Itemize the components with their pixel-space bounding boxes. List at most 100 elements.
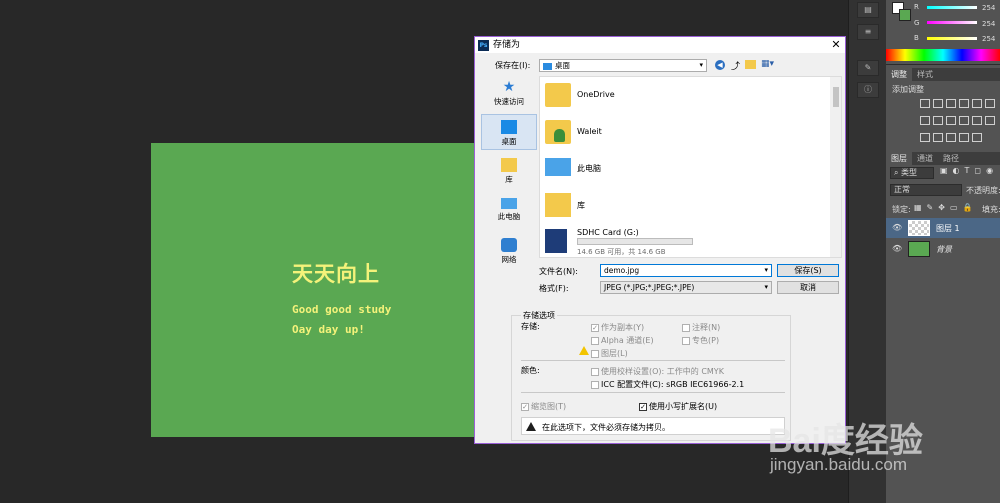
brush-preset-icon[interactable]: ✎: [857, 60, 879, 76]
save-as-dialog: 存储为 Ps ✕ 保存在(I): 桌面 ▾ ◀ ⤴ ▦▾ ★ 快速访问 桌面 库 …: [474, 36, 846, 444]
save-label: 存储:: [521, 322, 540, 331]
file-list[interactable]: OneDrive Waleit 此电脑 库 SDHC Card (G:) 14.…: [539, 76, 842, 258]
vibrance-icon[interactable]: [972, 99, 982, 108]
b-slider[interactable]: [927, 37, 977, 40]
lock-icons[interactable]: ▦✎✥▭🔒: [914, 203, 977, 212]
layer-name[interactable]: 背景: [936, 244, 952, 255]
nav-item-network[interactable]: 网络: [481, 238, 537, 265]
layer-name[interactable]: 图层 1: [936, 223, 960, 234]
adjust-icons-row-1: [920, 99, 998, 111]
warning-bar: 在此选项下，文件必须存储为拷贝。: [521, 417, 785, 435]
levels-icon[interactable]: [933, 99, 943, 108]
lowercase-ext-checkbox[interactable]: ✓ 使用小写扩展名(U): [639, 401, 717, 412]
eye-icon[interactable]: 👁: [892, 244, 902, 253]
tab-layers[interactable]: 图层: [886, 152, 912, 165]
fill-label: 填充:: [982, 205, 1000, 214]
adjust-title: 添加调整: [892, 85, 924, 94]
exposure-icon[interactable]: [959, 99, 969, 108]
balance-icon[interactable]: [933, 116, 943, 125]
save-options-title: 存储选项: [521, 310, 557, 321]
drive-usage-bar: [577, 238, 693, 245]
gradient-icon[interactable]: [985, 99, 995, 108]
filename-input[interactable]: demo.jpg ▾: [600, 264, 772, 277]
layer-tabs: 图层 通道 路径: [886, 152, 1000, 165]
list-item[interactable]: 此电脑: [545, 154, 825, 184]
layers-checkbox[interactable]: 图层(L): [591, 348, 628, 359]
threshold-icon[interactable]: [946, 133, 956, 142]
g-value[interactable]: 254: [982, 20, 995, 28]
filter-icons[interactable]: ▣◐T◻◉: [940, 166, 998, 175]
layer-row[interactable]: 👁 图层 1: [886, 218, 1000, 238]
view-menu-icon[interactable]: ▦▾: [761, 59, 774, 69]
filename-label: 文件名(N):: [539, 267, 578, 276]
list-item[interactable]: SDHC Card (G:) 14.6 GB 可用，共 14.6 GB: [545, 227, 825, 257]
nav-item-quick-access[interactable]: ★ 快速访问: [481, 80, 537, 107]
tab-channels[interactable]: 通道: [912, 152, 938, 165]
chevron-down-icon: ▾: [764, 266, 768, 274]
r-slider[interactable]: [927, 6, 977, 9]
nav-item-library[interactable]: 库: [481, 158, 537, 185]
r-value[interactable]: 254: [982, 4, 995, 12]
warning-icon: [579, 346, 589, 356]
brightness-icon[interactable]: [920, 99, 930, 108]
bw-icon[interactable]: [946, 116, 956, 125]
tab-paths[interactable]: 路径: [938, 152, 964, 165]
background-swatch[interactable]: [899, 9, 911, 21]
up-folder-icon[interactable]: ⤴: [731, 59, 740, 72]
mixer-icon[interactable]: [972, 116, 982, 125]
cancel-button[interactable]: 取消: [777, 281, 839, 294]
list-item[interactable]: OneDrive: [545, 81, 825, 111]
invert-icon[interactable]: [920, 133, 930, 142]
watermark-url: jingyan.baidu.com: [770, 455, 908, 474]
as-copy-checkbox[interactable]: ✓ 作为副本(Y): [591, 322, 644, 333]
folder-icon: [545, 83, 571, 107]
list-item[interactable]: Waleit: [545, 118, 825, 148]
photo-filter-icon[interactable]: [959, 116, 969, 125]
hue-icon[interactable]: [920, 116, 930, 125]
dialog-title: 存储为: [493, 40, 521, 50]
close-icon[interactable]: ✕: [827, 37, 845, 53]
blend-mode-select[interactable]: 正常: [890, 184, 962, 196]
b-value[interactable]: 254: [982, 35, 995, 43]
baidu-watermark: Bai度经验 jingyan.baidu.com: [768, 413, 923, 474]
photoshop-icon: Ps: [478, 40, 489, 51]
canvas-line-1: Good good study: [292, 303, 392, 316]
save-button[interactable]: 保存(S): [777, 264, 839, 277]
icc-profile-checkbox[interactable]: ICC 配置文件(C): sRGB IEC61966-2.1: [591, 379, 744, 390]
g-slider[interactable]: [927, 21, 977, 24]
nav-item-desktop[interactable]: 桌面: [481, 114, 537, 150]
color-ramp[interactable]: [886, 49, 1000, 61]
tab-adjustments[interactable]: 调整: [886, 68, 912, 81]
dialog-titlebar[interactable]: 存储为: [475, 37, 845, 53]
curves-icon[interactable]: [946, 99, 956, 108]
info-icon[interactable]: ⓘ: [857, 82, 879, 98]
list-item[interactable]: 库: [545, 191, 825, 221]
lookup-icon[interactable]: [985, 116, 995, 125]
document-canvas[interactable]: [151, 143, 481, 437]
properties-icon[interactable]: ≡: [857, 24, 879, 40]
proof-setup-checkbox[interactable]: 使用校样设置(O): 工作中的 CMYK: [591, 366, 724, 377]
save-in-select[interactable]: 桌面 ▾: [539, 59, 707, 72]
nav-item-this-pc[interactable]: 此电脑: [481, 198, 537, 222]
eye-icon[interactable]: 👁: [892, 223, 902, 232]
format-select[interactable]: JPEG (*.JPG;*.JPEG;*.JPE) ▾: [600, 281, 772, 294]
file-list-scrollbar[interactable]: [830, 77, 841, 257]
notes-checkbox[interactable]: 注释(N): [682, 322, 720, 333]
selective-color-icon[interactable]: [959, 133, 969, 142]
thumbnail-checkbox[interactable]: ✓ 缩览图(T): [521, 401, 566, 412]
layer-row[interactable]: 👁 背景: [886, 239, 1000, 259]
back-icon[interactable]: ◀: [715, 60, 725, 70]
drive-space-text: 14.6 GB 可用，共 14.6 GB: [577, 248, 666, 256]
sd-card-icon: [545, 229, 567, 253]
history-icon[interactable]: ▤: [857, 2, 879, 18]
spot-color-checkbox[interactable]: 专色(P): [682, 335, 719, 346]
new-folder-icon[interactable]: [745, 60, 756, 69]
tab-styles[interactable]: 样式: [912, 68, 938, 81]
computer-icon: [501, 198, 517, 209]
posterize-icon[interactable]: [933, 133, 943, 142]
star-icon: ★: [502, 79, 516, 95]
alpha-checkbox[interactable]: Alpha 通道(E): [591, 335, 654, 346]
opacity-label: 不透明度:: [966, 186, 1000, 195]
gradient-map-icon[interactable]: [972, 133, 982, 142]
kind-filter-select[interactable]: ⌕ 类型: [890, 167, 934, 179]
